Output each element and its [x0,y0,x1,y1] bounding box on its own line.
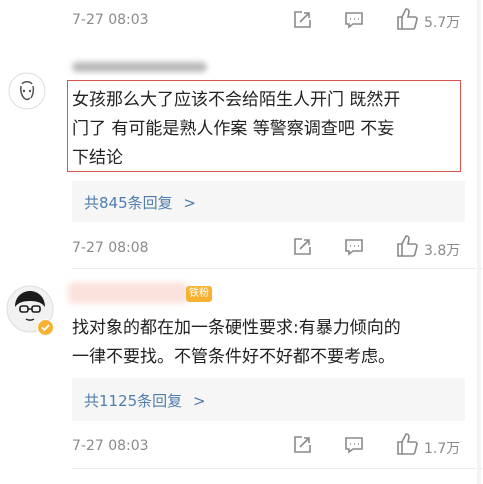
chevron-right-icon: > [192,392,206,410]
comment-1-time: 7-27 08:03 [72,12,149,28]
comment-2-text: 女孩那么大了应该不会给陌生人开门 既然开 门了 有可能是熟人作案 等警察调查吧 … [72,86,462,173]
comment-2-like-count: 3.8万 [424,243,461,259]
fan-badge: 铁粉 [186,286,212,302]
comment-1-like-count: 5.7万 [424,15,461,31]
comment-icon[interactable] [344,436,364,454]
comment-icon[interactable] [344,238,364,256]
divider [72,268,483,269]
share-icon[interactable] [292,435,312,455]
reply-count-label: 共1125条回复 [84,392,183,410]
comment-2-line-2: 门了 有可能是熟人作案 等警察调查吧 不妄 [72,119,395,139]
chevron-right-icon: > [183,194,196,212]
comment-icon[interactable] [344,11,364,29]
comment-2-line-3: 下结论 [72,148,123,168]
comment-3-time: 7-27 08:03 [72,438,149,454]
comment-2-time: 7-27 08:08 [72,240,149,256]
reply-link[interactable]: 共1125条回复 > [84,390,206,411]
avatar[interactable] [8,72,46,110]
username-redacted [68,282,188,304]
share-icon[interactable] [292,10,312,30]
like-icon[interactable] [396,234,418,258]
like-icon[interactable] [396,7,418,31]
reply-box[interactable]: 共1125条回复 > [72,378,465,421]
username-redacted [72,62,207,72]
comment-3-line-1: 找对象的都在加一条硬性要求:有暴力倾向的 [72,318,401,338]
comment-2-line-1: 女孩那么大了应该不会给陌生人开门 既然开 [72,90,401,110]
reply-count-label: 共845条回复 [84,194,173,212]
reply-box[interactable]: 共845条回复 > [72,181,465,222]
share-icon[interactable] [292,237,312,257]
like-icon[interactable] [396,432,418,456]
reply-link[interactable]: 共845条回复 > [84,192,196,213]
comment-3-text: 找对象的都在加一条硬性要求:有暴力倾向的 一律不要找。不管条件好不好都不要考虑。 [72,314,472,372]
verified-badge-icon [37,319,54,336]
comment-3-line-2: 一律不要找。不管条件好不好都不要考虑。 [72,347,395,367]
scrollbar[interactable] [477,0,481,484]
divider [72,468,483,469]
comment-3-like-count: 1.7万 [424,441,461,457]
